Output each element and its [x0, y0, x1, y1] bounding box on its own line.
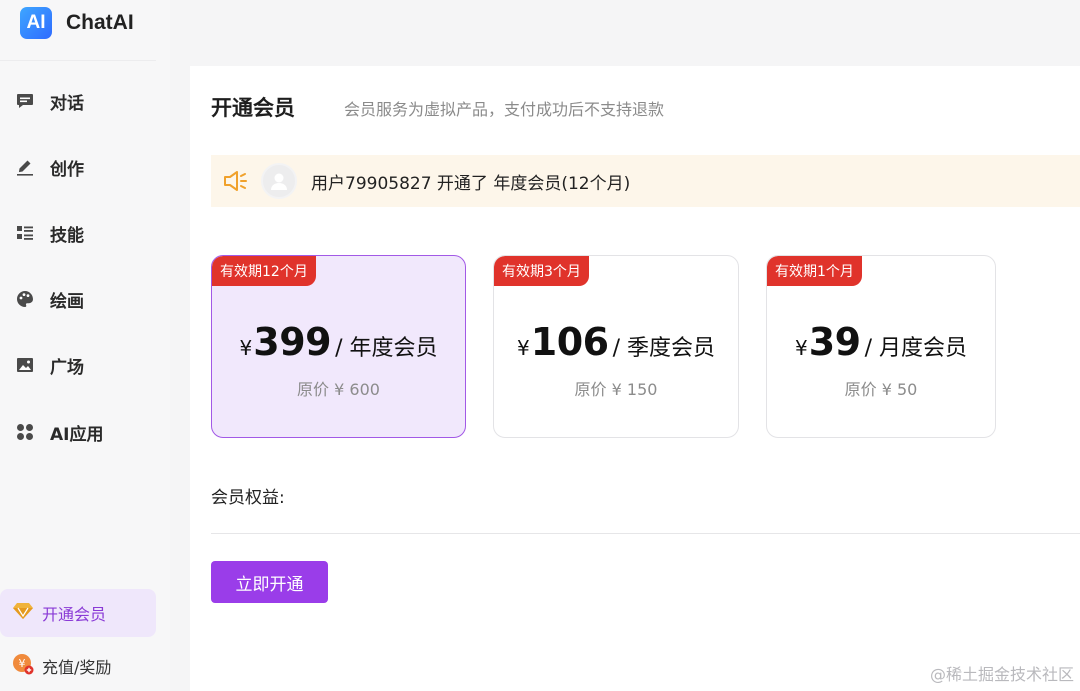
original-price: 原价 ¥ 150: [574, 380, 658, 399]
app-logo: AI: [20, 7, 52, 39]
original-price: 原价 ¥ 600: [297, 380, 380, 399]
app-name: ChatAI: [66, 11, 134, 34]
brand[interactable]: AI ChatAI: [20, 6, 134, 40]
sidebar: AI ChatAI 对话 创作 技能 绘画 广场 AI应用 开通会员 ¥ 充值/…: [0, 0, 170, 691]
sidebar-item-label: 广场: [50, 357, 84, 378]
sidebar-item-chat[interactable]: 对话: [14, 81, 154, 121]
brand-divider: [0, 60, 156, 61]
palette-icon: [14, 288, 36, 310]
page-subtitle: 会员服务为虚拟产品，支付成功后不支持退款: [344, 100, 665, 119]
avatar: [261, 163, 297, 199]
currency-symbol: ¥: [239, 336, 253, 360]
pen-icon: [14, 156, 36, 178]
sidebar-item-label: 绘画: [50, 291, 84, 312]
plan-card-annual[interactable]: 有效期12个月 ¥ 399 / 年度会员 原价 ¥ 600: [211, 255, 466, 438]
sidebar-item-membership[interactable]: 开通会员: [0, 589, 156, 637]
plan-unit: / 年度会员: [335, 336, 438, 361]
plan-card-monthly[interactable]: 有效期1个月 ¥ 39 / 月度会员 原价 ¥ 50: [766, 255, 996, 438]
speaker-icon: [221, 166, 251, 196]
validity-tag: 有效期3个月: [494, 256, 589, 286]
original-price: 原价 ¥ 50: [844, 380, 918, 399]
image-icon: [14, 354, 36, 376]
plan-card-quarterly[interactable]: 有效期3个月 ¥ 106 / 季度会员 原价 ¥ 150: [493, 255, 739, 438]
price-row: ¥ 39 / 月度会员: [767, 320, 995, 364]
purchase-notice-bar: 用户79905827 开通了 年度会员(12个月): [211, 155, 1080, 207]
sidebar-item-label: 技能: [50, 225, 84, 246]
sidebar-item-label: 对话: [50, 93, 84, 114]
sidebar-item-ai-apps[interactable]: AI应用: [14, 412, 154, 452]
sidebar-item-label: 充值/奖励: [42, 658, 112, 677]
notice-text: 用户79905827 开通了 年度会员(12个月): [311, 173, 631, 194]
sidebar-item-painting[interactable]: 绘画: [14, 279, 154, 319]
price-row: ¥ 106 / 季度会员: [494, 320, 738, 364]
plan-unit: / 月度会员: [864, 336, 968, 361]
open-membership-button[interactable]: 立即开通: [211, 561, 328, 603]
apps-icon: [14, 421, 36, 443]
membership-panel: 开通会员 会员服务为虚拟产品，支付成功后不支持退款 用户79905827 开通了…: [190, 66, 1080, 691]
sidebar-item-label: 开通会员: [42, 605, 107, 624]
currency-symbol: ¥: [794, 336, 808, 360]
sidebar-item-recharge[interactable]: ¥ 充值/奖励: [0, 646, 156, 686]
plan-unit: / 季度会员: [612, 336, 715, 361]
price-amount: 39: [808, 320, 861, 364]
sidebar-item-skills[interactable]: 技能: [14, 213, 154, 253]
list-icon: [14, 222, 36, 244]
sidebar-item-plaza[interactable]: 广场: [14, 345, 154, 385]
diamond-icon: [12, 601, 34, 625]
price-amount: 106: [530, 320, 609, 364]
watermark: @稀土掘金技术社区: [929, 665, 1074, 684]
sidebar-item-label: AI应用: [50, 424, 104, 445]
price-amount: 399: [253, 320, 332, 364]
benefits-label: 会员权益:: [211, 488, 285, 508]
price-row: ¥ 399 / 年度会员: [212, 320, 465, 364]
sidebar-item-label: 创作: [50, 159, 84, 180]
chat-icon: [14, 90, 36, 112]
svg-text:¥: ¥: [19, 657, 26, 670]
sidebar-item-create[interactable]: 创作: [14, 147, 154, 187]
coin-icon: ¥: [12, 653, 34, 679]
currency-symbol: ¥: [517, 336, 530, 360]
validity-tag: 有效期12个月: [212, 256, 316, 286]
validity-tag: 有效期1个月: [767, 256, 862, 286]
divider: [211, 533, 1080, 534]
page-title: 开通会员: [211, 96, 295, 120]
